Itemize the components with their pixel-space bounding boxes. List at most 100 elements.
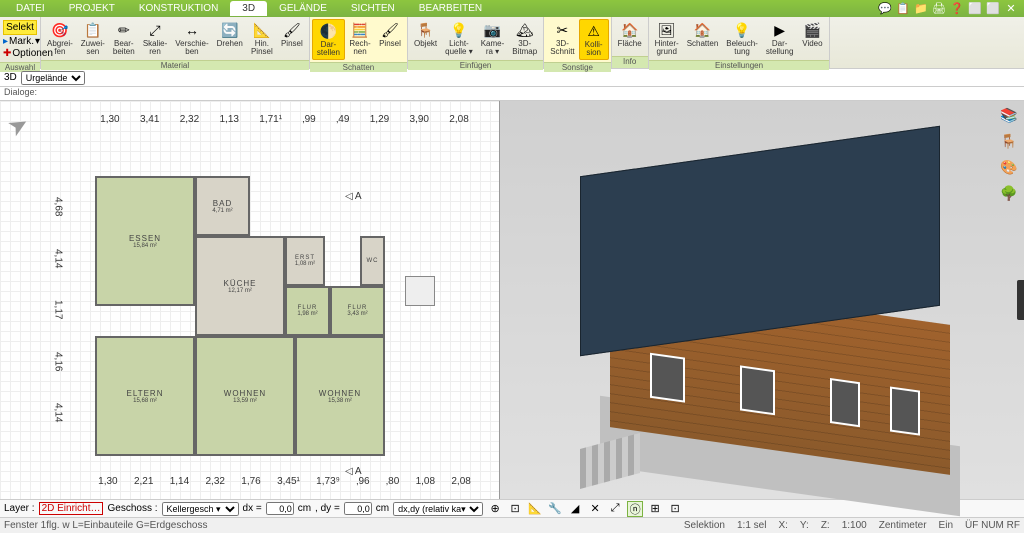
- ribbon-button[interactable]: ✂3D-Schnitt: [546, 19, 578, 60]
- view-3d[interactable]: 📚 🪑 🎨 🌳: [500, 101, 1024, 499]
- ribbon-button[interactable]: 🖌Pinsel: [277, 19, 307, 58]
- ribbon-button[interactable]: ⤢Skalie-ren: [139, 19, 171, 58]
- status-left: Fenster 1flg. w L=Einbauteile G=Erdgesch…: [4, 520, 207, 531]
- tree-icon[interactable]: 🌳: [999, 183, 1019, 203]
- ribbon-button[interactable]: ✏Bear-beiten: [109, 19, 139, 58]
- ribbon-button[interactable]: 🧮Rech-nen: [345, 19, 375, 60]
- button-label: Hin.Pinsel: [251, 40, 273, 56]
- folder-icon[interactable]: 📁: [914, 2, 928, 16]
- ribbon-button[interactable]: 🎬Video: [797, 19, 827, 58]
- dimension-value: 2,08: [449, 114, 468, 125]
- workspace: ➤ 1,303,412,321,131,71¹‚99‚491,293,902,0…: [0, 101, 1024, 499]
- room-kueche[interactable]: KÜCHE 12,17 m²: [195, 236, 285, 336]
- close-icon[interactable]: ✕: [1004, 2, 1018, 16]
- palette-icon[interactable]: 🎨: [999, 157, 1019, 177]
- print-icon[interactable]: 🖨: [932, 2, 946, 16]
- clipboard-icon[interactable]: 📋: [896, 2, 910, 16]
- dx-input[interactable]: [266, 502, 294, 515]
- tab-projekt[interactable]: PROJEKT: [57, 1, 127, 16]
- status-scale: 1:1 sel: [737, 520, 766, 531]
- room-area: 4,71 m²: [212, 208, 232, 214]
- dimension-value: 1,14: [170, 476, 189, 487]
- tab-sichten[interactable]: SICHTEN: [339, 1, 407, 16]
- room-wc[interactable]: WC: [360, 236, 385, 286]
- dimension-value: 1,76: [241, 476, 260, 487]
- room-area: 15,68 m²: [133, 398, 157, 404]
- geschoss-label: Geschoss :: [107, 503, 157, 514]
- ribbon-button[interactable]: 🏠Schatten: [683, 19, 723, 58]
- cm-label: cm: [298, 503, 311, 514]
- dimension-value: 1,30: [98, 476, 117, 487]
- mode-label: 3D: [4, 72, 17, 83]
- tool-icon[interactable]: ⊡: [507, 501, 523, 517]
- coord-mode-select[interactable]: dx,dy (relativ ka▾: [393, 502, 483, 516]
- status-unit: Zentimeter: [879, 520, 927, 531]
- room-wohnen1[interactable]: WOHNEN 13,59 m²: [195, 336, 295, 456]
- maximize-icon[interactable]: ⬜: [986, 2, 1000, 16]
- tab-bearbeiten[interactable]: BEARBEITEN: [407, 1, 494, 16]
- room-essen[interactable]: ESSEN 15,84 m²: [95, 176, 195, 306]
- furniture-icon[interactable]: 🪑: [999, 131, 1019, 151]
- tab-gelaende[interactable]: GELÄNDE: [267, 1, 339, 16]
- status-num: ÜF NUM RF: [965, 520, 1020, 531]
- geschoss-select[interactable]: Kellergesch ▾: [162, 502, 239, 516]
- room-eltern[interactable]: ELTERN 15,68 m²: [95, 336, 195, 456]
- room-flur1[interactable]: FLUR 1,98 m²: [285, 286, 330, 336]
- button-icon: 📋: [83, 21, 103, 39]
- ribbon-button[interactable]: 📋Zuwei-sen: [77, 19, 109, 58]
- ribbon-button[interactable]: 💡Licht-quelle ▾: [441, 19, 477, 58]
- dx-label: dx =: [243, 503, 262, 514]
- button-label: Fläche: [618, 40, 642, 48]
- floor-plan: ESSEN 15,84 m² BAD 4,71 m² KÜCHE 12,17 m…: [95, 176, 405, 476]
- layer-select[interactable]: Urgelände: [21, 71, 85, 85]
- chat-icon[interactable]: 💬: [878, 2, 892, 16]
- help-icon[interactable]: ❓: [950, 2, 964, 16]
- ribbon-button[interactable]: ⚠Kolli-sion: [579, 19, 609, 60]
- ribbon-button[interactable]: 🎯Abgrei-fen: [43, 19, 77, 58]
- ribbon-button[interactable]: 💡Beleuch-tung: [722, 19, 762, 58]
- button-label: Beleuch-tung: [726, 40, 758, 56]
- dimension-value: 4,14: [53, 249, 64, 268]
- ribbon-button[interactable]: 🌓Dar-stellen: [312, 19, 345, 60]
- dimension-value: 2,08: [451, 476, 470, 487]
- room-wohnen2[interactable]: WOHNEN 15,38 m²: [295, 336, 385, 456]
- ribbon-button[interactable]: 🔄Drehen: [213, 19, 247, 58]
- stairs: [580, 433, 640, 489]
- dimension-value: 3,90: [410, 114, 429, 125]
- minimize-icon[interactable]: ⬜: [968, 2, 982, 16]
- select-tool[interactable]: Selekt ▸Mark.▾ ✚Optionen: [2, 19, 38, 60]
- ribbon-button[interactable]: ↔Verschie-ben: [171, 19, 212, 58]
- tab-datei[interactable]: DATEI: [4, 1, 57, 16]
- ribbon-button[interactable]: 📐Hin.Pinsel: [247, 19, 277, 58]
- button-label: Kolli-sion: [585, 41, 603, 57]
- room-name: WC: [367, 258, 379, 264]
- button-icon: 🏠: [620, 21, 640, 39]
- ribbon-button[interactable]: 🖼Hinter-grund: [651, 19, 683, 58]
- button-label: 3D-Schnitt: [550, 40, 574, 56]
- ribbon-button[interactable]: 🖌Pinsel: [375, 19, 405, 60]
- layers-icon[interactable]: 📚: [999, 105, 1019, 125]
- room-bad[interactable]: BAD 4,71 m²: [195, 176, 250, 236]
- side-toolbar: 📚 🪑 🎨 🌳: [998, 105, 1020, 203]
- button-label: Skalie-ren: [143, 40, 167, 56]
- ribbon-button[interactable]: ▶Dar-stellung: [762, 19, 798, 58]
- room-erst[interactable]: ERST 1,08 m²: [285, 236, 325, 286]
- ribbon-button[interactable]: 🪑Objekt: [410, 19, 441, 58]
- mark-label: Mark.: [9, 36, 34, 47]
- ribbon-button[interactable]: 🏔3D-Bitmap: [508, 19, 541, 58]
- button-icon: 🎯: [50, 21, 70, 39]
- dimension-value: 1,30: [100, 114, 119, 125]
- layer-value[interactable]: 2D Einricht…: [39, 502, 104, 515]
- tab-konstruktion[interactable]: KONSTRUKTION: [127, 1, 230, 16]
- tool-icon[interactable]: 📐: [527, 501, 543, 517]
- sub-toolbar: 3D Urgelände: [0, 69, 1024, 87]
- dy-input[interactable]: [344, 502, 372, 515]
- room-flur2[interactable]: FLUR 3,43 m²: [330, 286, 385, 336]
- button-icon: ✏: [114, 21, 134, 39]
- ribbon-button[interactable]: 🏠Fläche: [614, 19, 646, 54]
- view-2d[interactable]: ➤ 1,303,412,321,131,71¹‚99‚491,293,902,0…: [0, 101, 500, 499]
- tab-3d[interactable]: 3D: [230, 1, 267, 16]
- ribbon-button[interactable]: 📷Kame-ra ▾: [477, 19, 509, 58]
- panel-handle[interactable]: [1017, 280, 1024, 320]
- tool-icon[interactable]: ⊕: [487, 501, 503, 517]
